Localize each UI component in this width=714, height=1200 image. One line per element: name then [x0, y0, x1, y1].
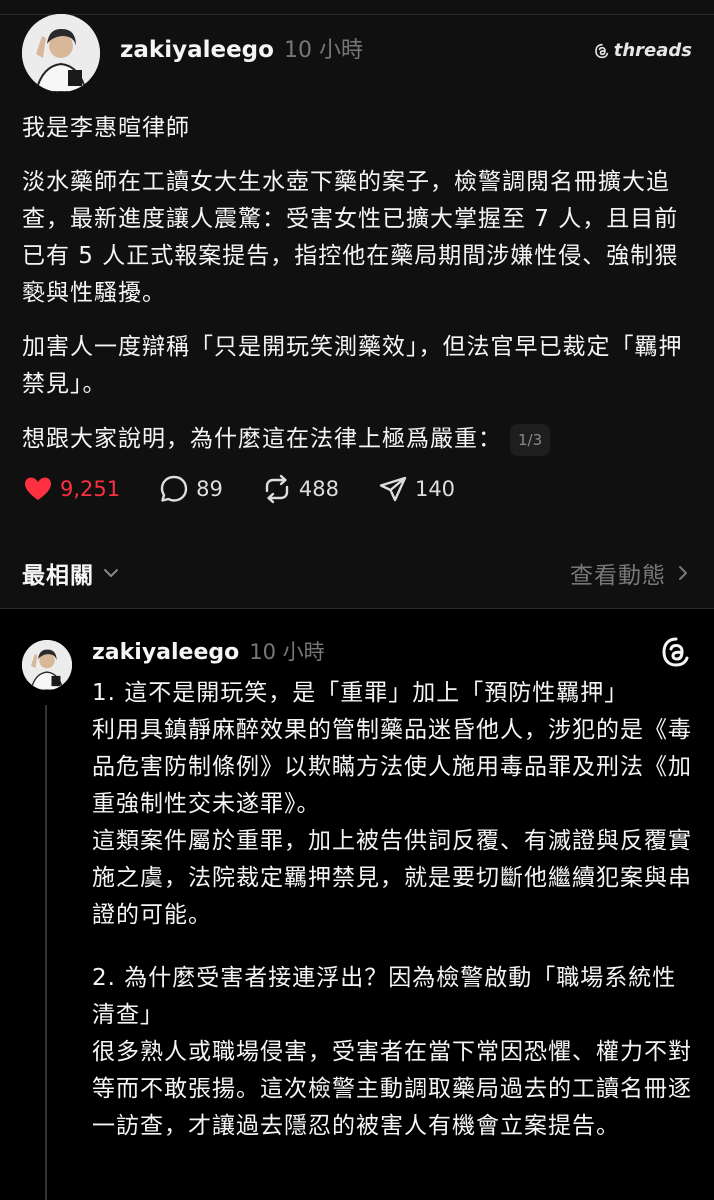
sort-label: 最相關 — [22, 563, 94, 589]
repost-button[interactable]: 488 — [261, 473, 339, 505]
thread-connector-line — [45, 705, 47, 1200]
threads-brand-logo: threads — [594, 40, 692, 61]
post-timestamp: 10 小時 — [283, 38, 363, 63]
comment-icon — [160, 475, 188, 502]
author-avatar[interactable] — [22, 14, 100, 92]
sort-dropdown[interactable]: 最相關 — [22, 556, 120, 590]
reply-author-avatar[interactable] — [22, 640, 72, 690]
threads-icon[interactable] — [660, 636, 692, 668]
share-button[interactable]: 140 — [377, 473, 455, 505]
view-activity-label: 查看動態 — [570, 563, 666, 589]
share-count: 140 — [414, 477, 456, 501]
action-bar: 9,251 89 488 140 — [22, 473, 493, 505]
chevron-down-icon — [104, 569, 118, 577]
post-paragraph-intro: 我是李惠暄律師 — [22, 115, 190, 141]
main-post-card: zakiyaleego 10 小時 threads 我是李惠暄律師 淡水藥師在工… — [0, 0, 714, 609]
heart-icon — [25, 477, 51, 500]
top-divider — [0, 14, 714, 15]
page-indicator[interactable]: 1/3 — [510, 423, 551, 456]
chevron-right-icon — [679, 566, 687, 580]
reply-timestamp: 10 小時 — [249, 640, 325, 664]
like-button[interactable]: 9,251 — [22, 473, 120, 505]
post-paragraph-explain-text: 想跟大家說明，為什麼這在法律上極爲嚴重： — [22, 426, 502, 452]
post-paragraph-explain: 想跟大家說明，為什麼這在法律上極爲嚴重： 1/3 — [22, 421, 694, 458]
reply-author-username[interactable]: zakiyaleego — [92, 640, 239, 665]
author-username[interactable]: zakiyaleego — [120, 37, 274, 63]
repost-icon — [265, 474, 289, 504]
post-paragraph-case: 淡水藥師在工讀女大生水壺下藥的案子，檢警調閱名冊擴大追查，最新進度讓人震驚：受害… — [22, 169, 679, 306]
send-icon — [379, 476, 407, 502]
post-paragraph-defense: 加害人一度辯稱「只是開玩笑測藥效」，但法官早已裁定「羈押禁見」。 — [22, 334, 683, 397]
view-activity-link[interactable]: 查看動態 — [570, 556, 692, 590]
reply-paragraph-1: 1. 這不是開玩笑，是「重罪」加上「預防性羈押」 利用具鎮靜麻醉效果的管制藥品迷… — [92, 675, 692, 934]
repost-count: 488 — [298, 477, 339, 501]
threads-logo-icon — [594, 43, 608, 58]
reply-paragraph-2-text: 2. 為什麼受害者接連浮出？因為檢警啟動「職場系統性清查」 很多熟人或職場侵害，… — [92, 965, 692, 1139]
threads-brand-text: threads — [613, 40, 692, 61]
reply-paragraph-1-text: 1. 這不是開玩笑，是「重罪」加上「預防性羈押」 利用具鎮靜麻醉效果的管制藥品迷… — [92, 680, 692, 928]
comment-count: 89 — [196, 477, 223, 501]
comment-button[interactable]: 89 — [158, 473, 223, 505]
like-count: 9,251 — [60, 477, 121, 501]
reply-paragraph-2: 2. 為什麼受害者接連浮出？因為檢警啟動「職場系統性清查」 很多熟人或職場侵害，… — [92, 960, 692, 1145]
